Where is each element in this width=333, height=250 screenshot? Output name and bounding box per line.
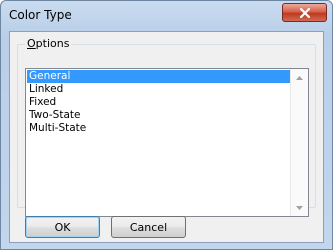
- dialog-window: Color Type Options General Linked Fixed …: [0, 0, 333, 250]
- title-bar[interactable]: Color Type: [1, 1, 332, 31]
- dialog-client-area: Options General Linked Fixed Two-State M…: [9, 31, 324, 243]
- list-item-multi-state[interactable]: Multi-State: [27, 122, 293, 135]
- dialog-title: Color Type: [9, 8, 72, 22]
- cancel-button[interactable]: Cancel: [111, 216, 186, 238]
- close-icon: [299, 7, 310, 18]
- scroll-up-button[interactable]: [291, 69, 308, 86]
- list-item-linked[interactable]: Linked: [27, 83, 293, 96]
- options-legend-rest: ptions: [35, 37, 70, 50]
- list-item-general[interactable]: General: [27, 70, 293, 83]
- vertical-scrollbar[interactable]: [290, 69, 308, 216]
- scroll-down-arrow-icon: [296, 205, 303, 210]
- list-item-two-state[interactable]: Two-State: [27, 109, 293, 122]
- close-button[interactable]: [282, 3, 327, 22]
- color-type-listbox[interactable]: General Linked Fixed Two-State Multi-Sta…: [25, 68, 309, 217]
- options-legend-accelerator: O: [27, 37, 36, 50]
- scroll-up-arrow-icon: [296, 75, 303, 80]
- list-item-fixed[interactable]: Fixed: [27, 96, 293, 109]
- ok-button[interactable]: OK: [25, 216, 100, 238]
- scroll-down-button[interactable]: [291, 199, 308, 216]
- options-legend: Options: [25, 37, 72, 50]
